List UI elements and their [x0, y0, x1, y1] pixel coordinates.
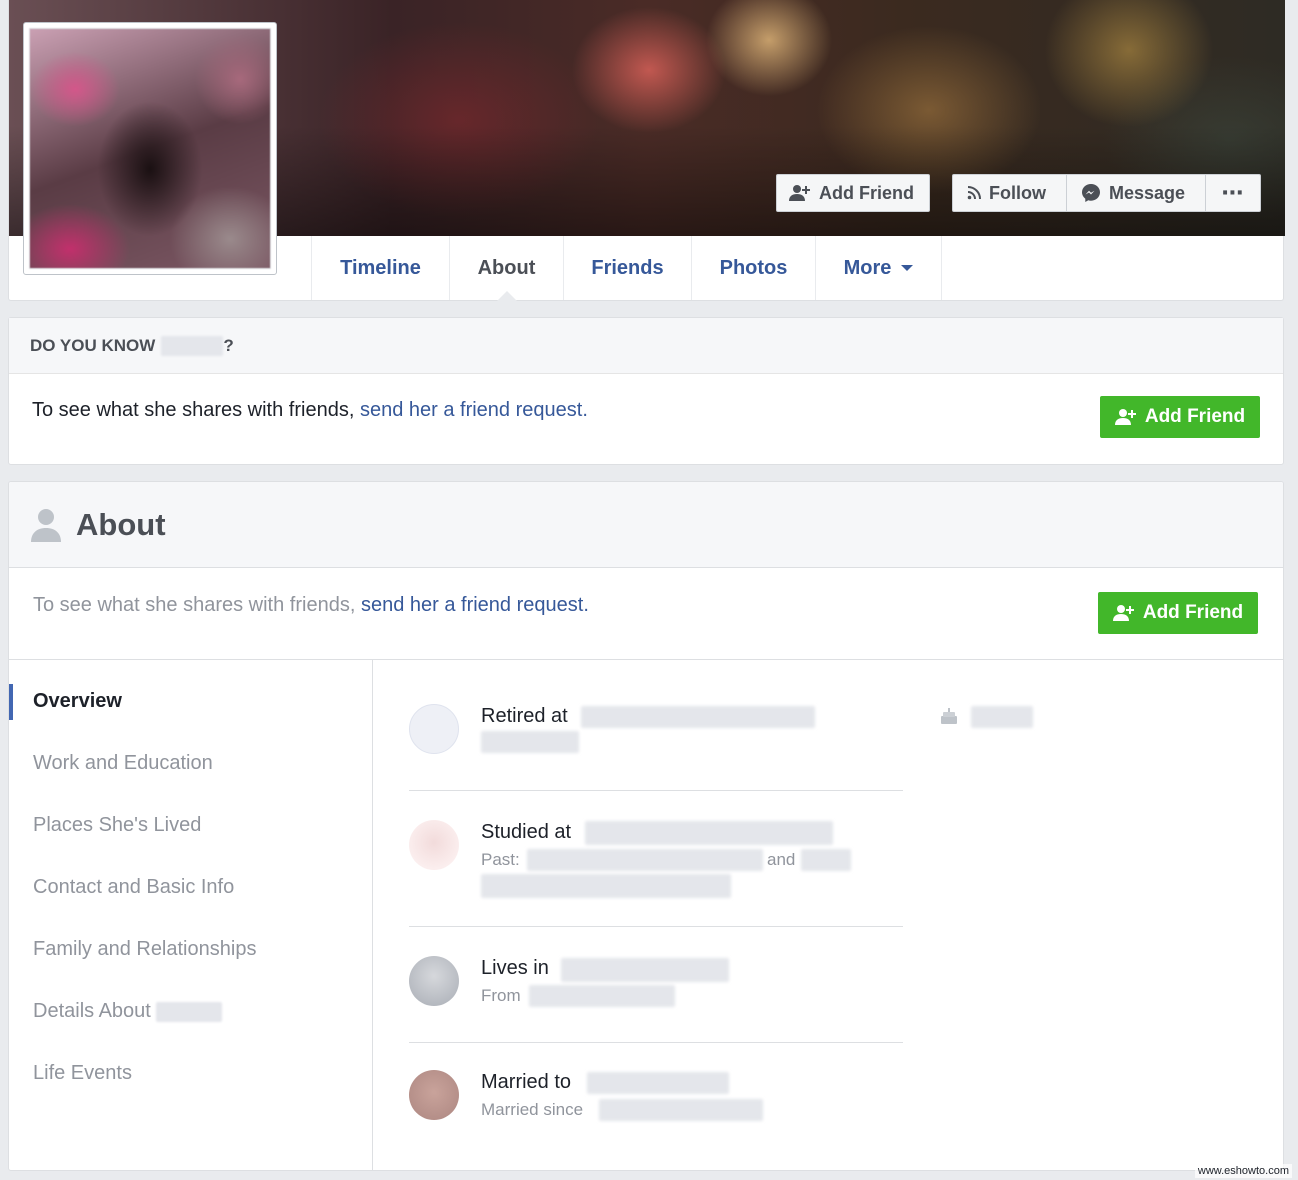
messenger-icon [1081, 183, 1101, 203]
send-friend-request-link[interactable]: send her a friend request. [361, 594, 589, 616]
redacted-spouse [587, 1072, 729, 1094]
nav-active-indicator [9, 684, 13, 720]
redacted-married-date [599, 1099, 763, 1121]
redacted-hometown [529, 985, 675, 1007]
message-button[interactable]: Message [1067, 175, 1206, 211]
rss-icon [967, 186, 981, 200]
spouse-avatar [409, 1070, 459, 1120]
married-to-text: Married to [481, 1071, 572, 1093]
redacted-birthday [971, 706, 1033, 728]
about-side-nav: Overview Work and Education Places She's… [9, 660, 373, 1170]
add-friend-icon [1114, 408, 1137, 426]
school-avatar [409, 820, 459, 870]
redacted-past-school-3 [481, 874, 731, 898]
tab-photos[interactable]: Photos [692, 236, 816, 300]
friend-request-prompt: To see what she shares with friends, sen… [32, 399, 588, 421]
past-schools-label: Past: [481, 850, 520, 869]
tab-more[interactable]: More [816, 236, 942, 300]
add-friend-button[interactable]: Add Friend [776, 174, 930, 212]
nav-details-about[interactable]: Details About [33, 1000, 223, 1023]
past-schools-and: and [767, 850, 796, 869]
nav-life-events[interactable]: Life Events [33, 1062, 132, 1085]
redacted-workplace [581, 706, 815, 728]
tab-friends[interactable]: Friends [564, 236, 692, 300]
about-prompt: To see what she shares with friends, sen… [33, 594, 589, 616]
about-friend-request-row: To see what she shares with friends, sen… [9, 568, 1283, 660]
about-card: About To see what she shares with friend… [8, 481, 1284, 1171]
about-heading: About [9, 482, 1283, 568]
lives-in-text: Lives in [481, 957, 549, 979]
profile-tabs: Timeline About Friends Photos More [311, 236, 942, 301]
tab-about[interactable]: About [450, 236, 564, 301]
tab-timeline[interactable]: Timeline [312, 236, 450, 300]
profile-action-group: Follow Message ⋯ [952, 174, 1261, 212]
more-options-button[interactable]: ⋯ [1206, 175, 1260, 211]
redacted-current-city [561, 958, 729, 982]
redacted-school [585, 821, 833, 845]
birthday-cake-icon [939, 706, 959, 731]
add-friend-button-about[interactable]: Add Friend [1098, 592, 1258, 634]
watermark: www.eshowto.com [1194, 1164, 1292, 1178]
add-friend-icon [1112, 604, 1135, 622]
retired-text: Retired at [481, 705, 568, 727]
follow-button[interactable]: Follow [953, 175, 1067, 211]
about-title: About [76, 506, 166, 542]
do-you-know-card: DO YOU KNOW ? To see what she shares wit… [8, 317, 1284, 465]
more-dots-icon: ⋯ [1221, 180, 1245, 205]
add-friend-label: Add Friend [819, 182, 914, 203]
married-since-label: Married since [481, 1100, 584, 1119]
nav-places-lived[interactable]: Places She's Lived [33, 814, 201, 837]
send-friend-request-link[interactable]: send her a friend request. [360, 399, 588, 421]
work-avatar [409, 704, 459, 754]
nav-work-education[interactable]: Work and Education [33, 752, 213, 775]
add-friend-button-card[interactable]: Add Friend [1100, 396, 1260, 438]
redacted-past-school-2 [801, 849, 851, 871]
from-label: From [481, 986, 521, 1005]
studied-text: Studied at [481, 821, 572, 843]
redacted-workplace-detail [481, 731, 579, 753]
do-you-know-heading: DO YOU KNOW ? [9, 318, 1283, 374]
nav-overview[interactable]: Overview [33, 690, 122, 713]
city-avatar [409, 956, 459, 1006]
nav-contact-info[interactable]: Contact and Basic Info [33, 876, 234, 899]
nav-family-relationships[interactable]: Family and Relationships [33, 938, 256, 961]
redacted-name [156, 1001, 223, 1022]
chevron-down-icon [901, 265, 914, 271]
follow-label: Follow [989, 182, 1046, 203]
profile-picture-image [29, 28, 271, 269]
redacted-name [161, 335, 224, 356]
add-friend-icon [789, 184, 811, 202]
profile-picture[interactable] [23, 22, 277, 275]
message-label: Message [1109, 182, 1186, 203]
redacted-past-school-1 [527, 849, 763, 871]
person-icon [30, 507, 62, 543]
